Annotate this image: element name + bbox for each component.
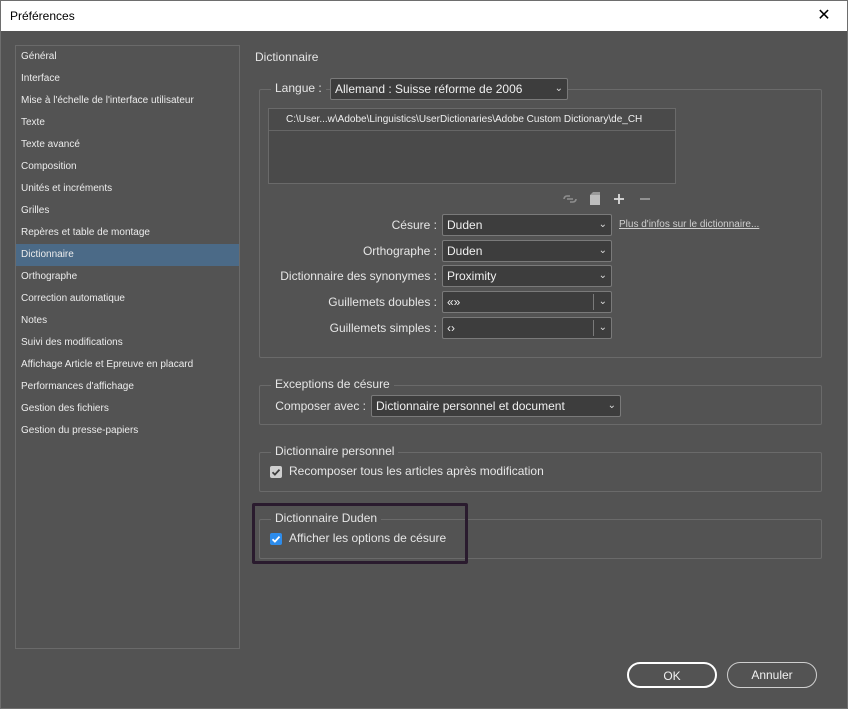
chevron-down-icon: ⌄ [554, 83, 563, 94]
cesure-label: Césure : [391, 218, 437, 232]
window-titlebar: Préférences ✕ [0, 0, 848, 31]
preferences-sidebar: Général Interface Mise à l'échelle de l'… [15, 45, 240, 649]
list-item[interactable]: C:\User...w\Adobe\Linguistics\UserDictio… [269, 109, 675, 131]
composer-select[interactable]: Dictionnaire personnel et document ⌄ [371, 395, 621, 417]
plus-icon[interactable] [613, 192, 625, 208]
synonymes-select[interactable]: Proximity ⌄ [442, 265, 612, 287]
guillemets-doubles-value: «» [447, 295, 461, 309]
composer-value: Dictionnaire personnel et document [376, 399, 565, 413]
recomposer-checkbox[interactable] [270, 466, 282, 478]
personnel-legend: Dictionnaire personnel [271, 443, 399, 459]
window-title: Préférences [10, 9, 75, 23]
composer-label: Composer avec : [275, 399, 366, 413]
new-dictionary-icon[interactable] [589, 192, 601, 208]
chevron-down-icon: ⌄ [598, 322, 607, 333]
langue-select[interactable]: Allemand : Suisse réforme de 2006 ⌄ [330, 78, 568, 100]
langue-label: Langue : [271, 80, 326, 96]
cesure-select[interactable]: Duden ⌄ [442, 214, 612, 236]
langue-value: Allemand : Suisse réforme de 2006 [335, 82, 523, 96]
sidebar-item-correction[interactable]: Correction automatique [16, 288, 239, 310]
sidebar-item-reperes[interactable]: Repères et table de montage [16, 222, 239, 244]
sidebar-item-unites[interactable]: Unités et incréments [16, 178, 239, 200]
sidebar-item-notes[interactable]: Notes [16, 310, 239, 332]
ok-button[interactable]: OK [627, 662, 717, 688]
cancel-button[interactable]: Annuler [727, 662, 817, 688]
sidebar-item-orthographe[interactable]: Orthographe [16, 266, 239, 288]
chevron-down-icon: ⌄ [598, 270, 607, 281]
sidebar-item-general[interactable]: Général [16, 46, 239, 68]
sidebar-item-performances[interactable]: Performances d'affichage [16, 376, 239, 398]
sidebar-item-dictionnaire[interactable]: Dictionnaire [16, 244, 239, 266]
exceptions-legend: Exceptions de césure [271, 376, 394, 392]
sidebar-item-ui-scaling[interactable]: Mise à l'échelle de l'interface utilisat… [16, 90, 239, 112]
sidebar-item-suivi[interactable]: Suivi des modifications [16, 332, 239, 354]
orthographe-value: Duden [447, 244, 483, 258]
sidebar-item-interface[interactable]: Interface [16, 68, 239, 90]
sidebar-item-presse-papiers[interactable]: Gestion du presse-papiers [16, 420, 239, 442]
recomposer-label: Recomposer tous les articles après modif… [289, 464, 544, 478]
highlight-box [252, 503, 468, 564]
minus-icon[interactable] [639, 192, 651, 208]
guillemets-simples-label: Guillemets simples : [329, 321, 437, 335]
guillemets-simples-value: ‹› [447, 321, 455, 335]
synonymes-value: Proximity [447, 269, 497, 283]
orthographe-label: Orthographe : [362, 244, 437, 258]
sidebar-item-gestion-fichiers[interactable]: Gestion des fichiers [16, 398, 239, 420]
sidebar-item-affichage-article[interactable]: Affichage Article et Epreuve en placard [16, 354, 239, 376]
chevron-down-icon: ⌄ [607, 400, 616, 411]
guillemets-doubles-label: Guillemets doubles : [328, 295, 437, 309]
divider [593, 320, 594, 336]
divider [593, 294, 594, 310]
sidebar-item-grilles[interactable]: Grilles [16, 200, 239, 222]
more-info-link[interactable]: Plus d'infos sur le dictionnaire... [619, 214, 759, 236]
sidebar-item-composition[interactable]: Composition [16, 156, 239, 178]
chevron-down-icon: ⌄ [598, 245, 607, 256]
link-icon[interactable] [562, 192, 578, 208]
guillemets-doubles-select[interactable]: «» ⌄ [442, 291, 612, 313]
cesure-value: Duden [447, 218, 483, 232]
chevron-down-icon: ⌄ [598, 219, 607, 230]
sidebar-item-texte[interactable]: Texte [16, 112, 239, 134]
sidebar-item-texte-avance[interactable]: Texte avancé [16, 134, 239, 156]
guillemets-simples-select[interactable]: ‹› ⌄ [442, 317, 612, 339]
synonymes-label: Dictionnaire des synonymes : [280, 269, 437, 283]
orthographe-select[interactable]: Duden ⌄ [442, 240, 612, 262]
dictionary-list[interactable]: C:\User...w\Adobe\Linguistics\UserDictio… [268, 108, 676, 184]
close-icon[interactable]: ✕ [801, 1, 847, 32]
chevron-down-icon: ⌄ [598, 296, 607, 307]
page-title: Dictionnaire [255, 50, 319, 64]
